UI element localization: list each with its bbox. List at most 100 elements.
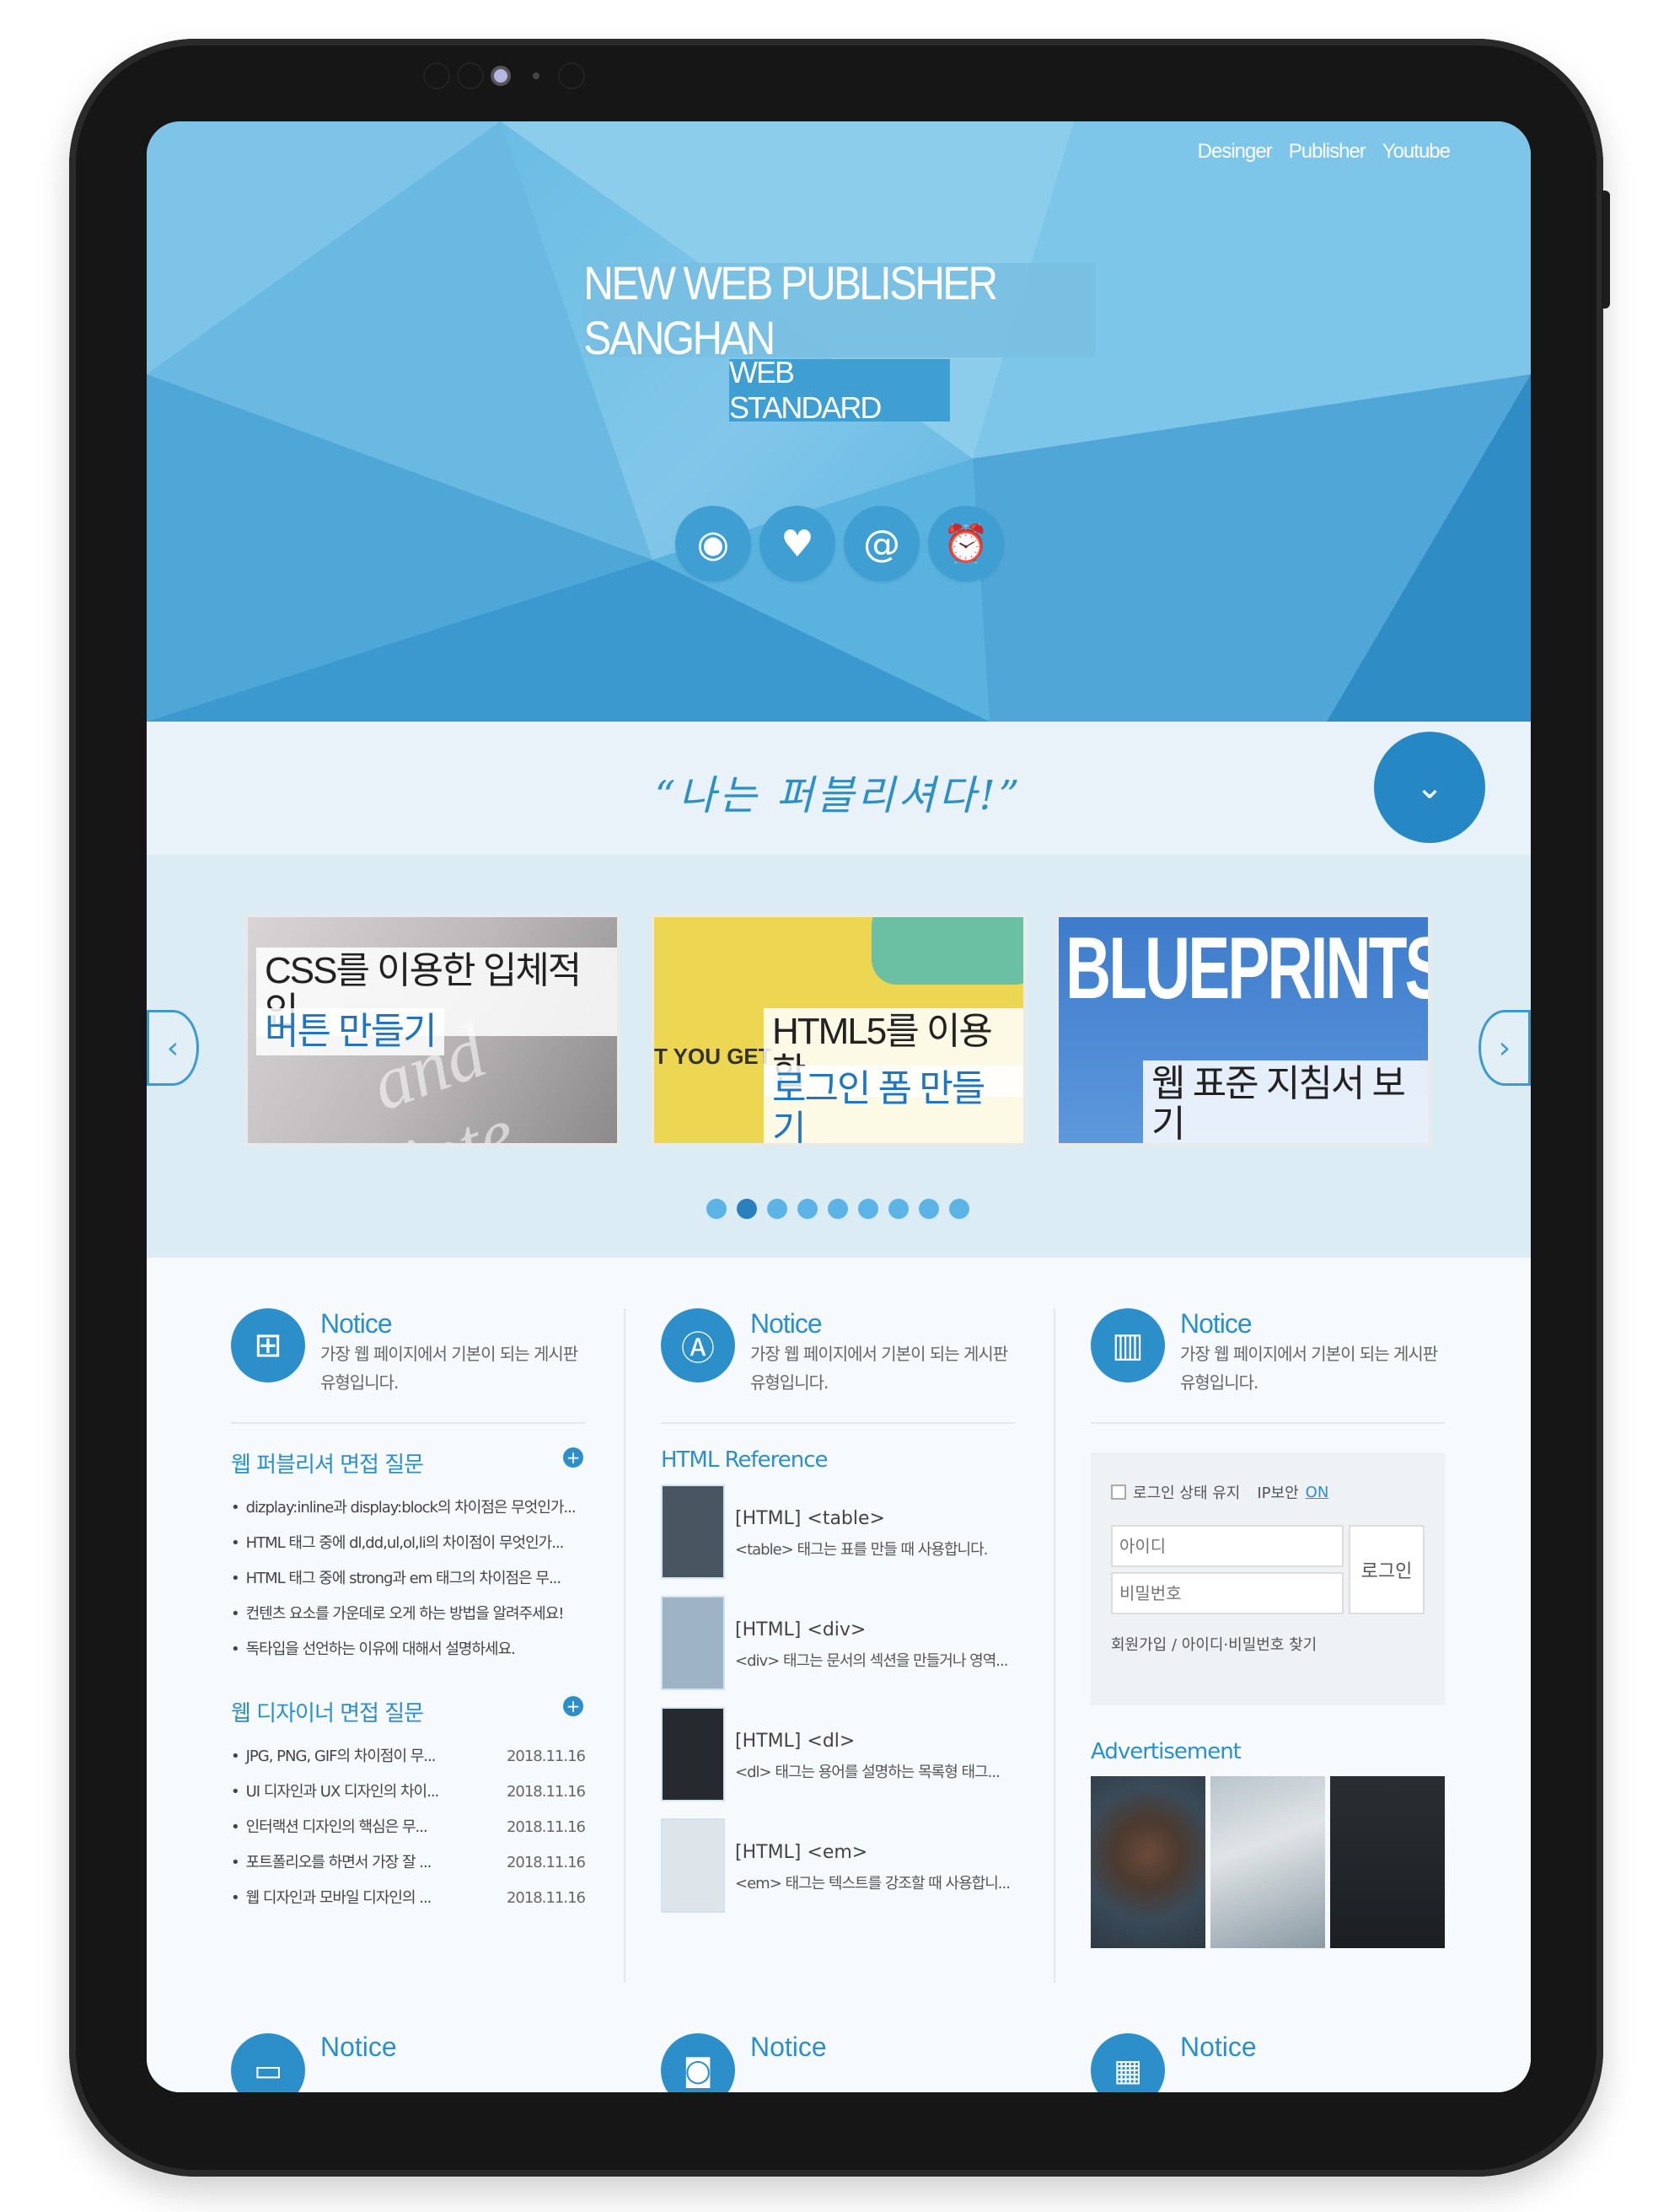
content-area: ⊞ Notice 가장 웹 페이지에서 기본이 되는 게시판 유형입니다. 웹 … <box>147 1258 1531 2092</box>
thumbnail <box>661 1818 725 1913</box>
slider-dot[interactable] <box>888 1199 909 1219</box>
ad-title: Advertisement <box>1091 1739 1242 1764</box>
divider <box>1054 1308 1055 1983</box>
list-item[interactable]: 포트폴리오를 하면서 가장 잘 ...2018.11.16 <box>231 1845 585 1881</box>
hero-icons: ◉ ♥ @ ⏰ <box>675 506 1004 582</box>
login-form: 로그인 <box>1111 1525 1425 1614</box>
notice-header: ▥ Notice 가장 웹 페이지에서 기본이 되는 게시판 유형입니다. <box>1091 1308 1445 1424</box>
sensor-icon <box>558 62 585 89</box>
list-item[interactable]: HTML 태그 중에 dl,dd,ul,ol,li의 차이점이 무엇인가... <box>231 1526 585 1561</box>
keep-login-checkbox[interactable] <box>1111 1485 1126 1500</box>
notice-title[interactable]: Notice <box>320 2032 397 2063</box>
chevron-down-icon: ⌄ <box>1415 768 1444 807</box>
reference-item[interactable]: [HTML] <em> <em> 태그는 텍스트를 강조할 때 사용합니... <box>661 1818 1015 1916</box>
top-nav: Desinger Publisher Youtube <box>1198 140 1451 164</box>
notice-header: ▭ Notice <box>231 2032 397 2092</box>
column-2: Ⓐ Notice 가장 웹 페이지에서 기본이 되는 게시판 유형입니다. HT… <box>661 1308 1015 1930</box>
html-reference: HTML Reference [HTML] <table> <table> 태그는… <box>661 1447 1015 1916</box>
publisher-questions: 웹 퍼블리셔 면접 질문 + dizplay:inline과 display:b… <box>231 1447 585 1667</box>
slider-next-button[interactable]: › <box>1478 1010 1531 1086</box>
sensor-icon <box>457 62 484 89</box>
nav-publisher[interactable]: Publisher <box>1289 140 1366 164</box>
notice-header: ⊞ Notice 가장 웹 페이지에서 기본이 되는 게시판 유형입니다. <box>231 1308 585 1424</box>
list-item[interactable]: dizplay:inline과 display:block의 차이점은 무엇인가… <box>231 1490 585 1526</box>
site-subtitle: WEB STANDARD <box>729 355 950 425</box>
list-item[interactable]: 컨텐츠 요소를 가운데로 오게 하는 방법을 알려주세요! <box>231 1597 585 1632</box>
motto-text: “나는 퍼블리셔다!” <box>654 772 1023 819</box>
heart-icon[interactable]: ♥ <box>759 506 835 582</box>
password-input[interactable] <box>1111 1572 1344 1614</box>
account-links[interactable]: 회원가입 / 아이디·비밀번호 찾기 <box>1111 1633 1425 1655</box>
alarm-icon[interactable]: ⏰ <box>928 506 1004 582</box>
notice-title[interactable]: Notice <box>750 2032 827 2063</box>
section-title[interactable]: 웹 퍼블리셔 면접 질문 <box>231 1447 585 1479</box>
slider-dot[interactable] <box>767 1199 787 1219</box>
id-input[interactable] <box>1111 1525 1344 1567</box>
slider-dot[interactable] <box>706 1199 727 1219</box>
notice-header: Ⓐ Notice 가장 웹 페이지에서 기본이 되는 게시판 유형입니다. <box>661 1308 1015 1424</box>
ip-security-toggle[interactable]: ON <box>1306 1484 1329 1501</box>
slider-dot-active[interactable] <box>737 1199 757 1219</box>
section-title[interactable]: HTML Reference <box>661 1447 1015 1473</box>
slider-dot[interactable] <box>858 1199 878 1219</box>
list-item[interactable]: 독타입을 선언하는 이유에 대해서 설명하세요. <box>231 1632 585 1667</box>
keep-login-label: 로그인 상태 유지 <box>1133 1485 1241 1502</box>
slide-line1: BLUEPRINTS <box>1065 920 1431 1017</box>
hero: Desinger Publisher Youtube NEW WEB PUBLI… <box>147 121 1531 722</box>
more-plus-icon[interactable]: + <box>563 1696 583 1716</box>
screen: Desinger Publisher Youtube NEW WEB PUBLI… <box>147 121 1531 2092</box>
at-icon[interactable]: @ <box>844 506 920 582</box>
notice-title[interactable]: Notice <box>1180 2032 1257 2063</box>
thumbnail <box>661 1596 725 1690</box>
ad-image[interactable] <box>1210 1776 1325 1948</box>
login-box: 로그인 상태 유지 IP보안 ON 로그인 회원가입 / 아이디·비밀번호 찾기 <box>1091 1452 1445 1705</box>
slide-decoration <box>872 917 1023 985</box>
camera-bar <box>69 62 1603 89</box>
slider: ‹ and inte CSS를 이용한 입체적인 버튼 만들기 T YOU GE… <box>147 855 1531 1258</box>
site-title: NEW WEB PUBLISHER SANGHAN <box>583 256 1096 364</box>
slider-dot[interactable] <box>919 1199 939 1219</box>
section-title[interactable]: 웹 디자이너 면접 질문 <box>231 1696 585 1727</box>
nav-youtube[interactable]: Youtube <box>1382 140 1451 164</box>
advertisement: Advertisement <box>1091 1739 1445 1948</box>
reference-item[interactable]: [HTML] <dl> <dl> 태그는 용어를 설명하는 목록형 태그... <box>661 1707 1015 1805</box>
slide-line2: 버튼 만들기 <box>256 1008 444 1056</box>
slide-css-button[interactable]: and inte CSS를 이용한 입체적인 버튼 만들기 <box>244 914 620 1146</box>
slide-blueprints[interactable]: BLUEPRINTS 웹 표준 지침서 보기 <box>1055 914 1431 1146</box>
ad-image[interactable] <box>1091 1776 1205 1948</box>
notice-title[interactable]: Notice <box>1180 1308 1445 1340</box>
slide-line2: 로그인 폼 만들기 <box>764 1066 1023 1143</box>
list-item[interactable]: UI 디자인과 UX 디자인의 차이...2018.11.16 <box>231 1774 585 1810</box>
notice-desc: 가장 웹 페이지에서 기본이 되는 게시판 유형입니다. <box>320 1344 578 1393</box>
sensor-icon <box>533 72 539 79</box>
notice-title[interactable]: Notice <box>750 1308 1015 1340</box>
slide-html5-login[interactable]: T YOU GET HTML5를 이용한 로그인 폼 만들기 <box>651 914 1027 1146</box>
motto-bar: “나는 퍼블리셔다!” ⌄ <box>147 722 1531 855</box>
list-item[interactable]: JPG, PNG, GIF의 차이점이 무...2018.11.16 <box>231 1739 585 1774</box>
target-icon[interactable]: ◉ <box>675 506 751 582</box>
nav-designer[interactable]: Desinger <box>1198 140 1273 164</box>
list-item[interactable]: 인터랙션 디자인의 핵심은 무...2018.11.16 <box>231 1810 585 1845</box>
login-options: 로그인 상태 유지 IP보안 ON <box>1111 1481 1425 1503</box>
designer-questions: 웹 디자이너 면접 질문 + JPG, PNG, GIF의 차이점이 무...2… <box>231 1696 585 1916</box>
slider-prev-button[interactable]: ‹ <box>147 1010 199 1086</box>
notice-title[interactable]: Notice <box>320 1308 585 1340</box>
notice-header: ▦ Notice <box>1091 2032 1257 2092</box>
scroll-down-button[interactable]: ⌄ <box>1374 732 1485 843</box>
ad-image[interactable] <box>1330 1776 1445 1948</box>
slider-dot[interactable] <box>828 1199 848 1219</box>
columns-icon: ▦ <box>1091 2033 1165 2092</box>
list-item[interactable]: 웹 디자인과 모바일 디자인의 ...2018.11.16 <box>231 1881 585 1916</box>
chevron-left-icon: ‹ <box>166 1030 180 1066</box>
thumbnail <box>661 1707 725 1801</box>
notice-desc: 가장 웹 페이지에서 기본이 되는 게시판 유형입니다. <box>750 1344 1008 1393</box>
slider-dot[interactable] <box>797 1199 818 1219</box>
login-button[interactable]: 로그인 <box>1349 1525 1425 1614</box>
reference-item[interactable]: [HTML] <div> <div> 태그는 문서의 섹션을 만들거나 영역... <box>661 1596 1015 1694</box>
list-item[interactable]: HTML 태그 중에 strong과 em 태그의 차이점은 무... <box>231 1561 585 1597</box>
more-plus-icon[interactable]: + <box>563 1447 583 1468</box>
reference-item[interactable]: [HTML] <table> <table> 태그는 표를 만들 때 사용합니다. <box>661 1485 1015 1582</box>
slider-dot[interactable] <box>949 1199 969 1219</box>
chevron-right-icon: › <box>1498 1030 1511 1066</box>
slider-dots <box>706 1199 969 1219</box>
